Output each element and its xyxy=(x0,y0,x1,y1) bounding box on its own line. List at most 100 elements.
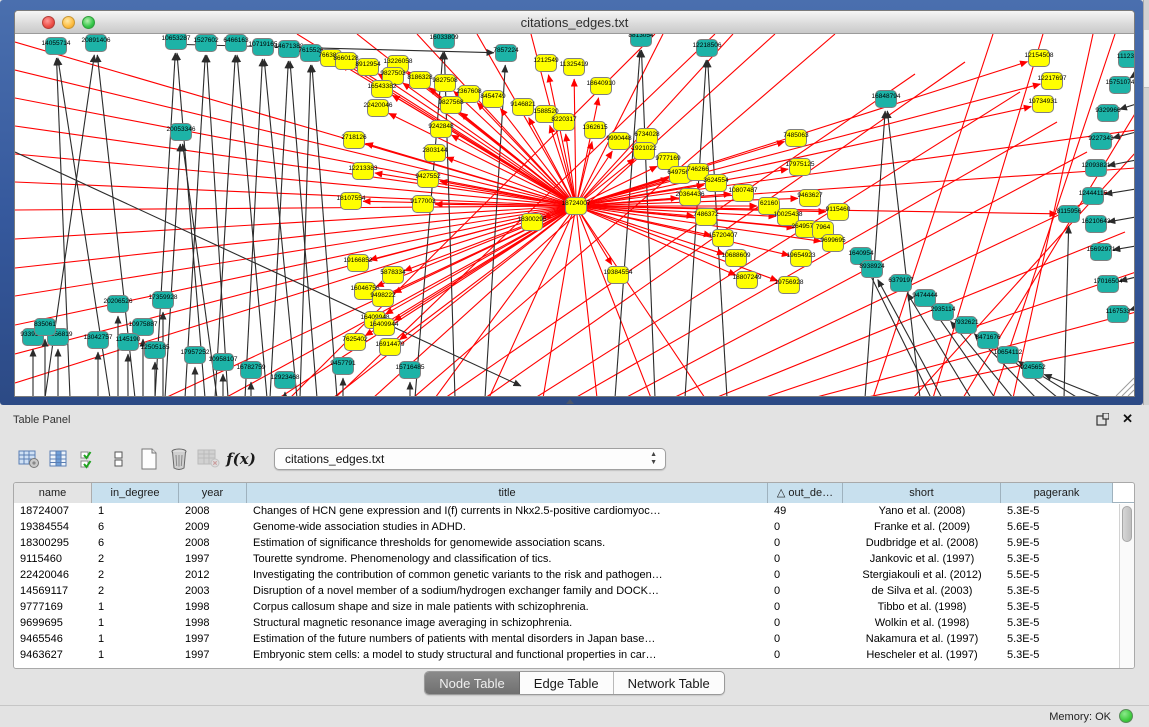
network-node[interactable]: 9699695 xyxy=(820,235,846,252)
new-column-icon[interactable] xyxy=(134,445,164,473)
network-node[interactable]: 9498222 xyxy=(370,290,396,307)
table-cell[interactable]: 1998 xyxy=(179,615,247,631)
table-cell[interactable]: Estimation of the future numbers of pati… xyxy=(247,631,768,647)
table-cell[interactable]: 5.6E-5 xyxy=(1001,519,1113,535)
network-node[interactable]: 7857224 xyxy=(493,45,519,62)
network-node[interactable]: 17975125 xyxy=(786,159,815,176)
network-node[interactable]: 16782759 xyxy=(237,362,266,379)
network-node[interactable]: 18300295 xyxy=(518,214,547,231)
network-node[interactable]: 12213383 xyxy=(349,163,378,180)
network-canvas[interactable]: 1405571420891406106532871527602646616310… xyxy=(15,34,1135,397)
network-node[interactable]: 7625402 xyxy=(342,334,368,351)
table-row[interactable]: 1456911722003Disruption of a novel membe… xyxy=(14,583,1134,599)
table-cell[interactable]: 1 xyxy=(92,631,179,647)
table-cell[interactable]: 2 xyxy=(92,551,179,567)
table-cell[interactable]: 9463627 xyxy=(14,647,92,663)
delete-column-icon[interactable] xyxy=(164,445,194,473)
split-divider-handle[interactable] xyxy=(566,399,574,404)
table-cell[interactable]: 2003 xyxy=(179,583,247,599)
network-node[interactable]: 16210643 xyxy=(1082,216,1111,233)
delete-table-icon[interactable] xyxy=(194,445,224,473)
table-cell[interactable]: 2 xyxy=(92,583,179,599)
table-cell[interactable]: 0 xyxy=(768,551,843,567)
table-cell[interactable]: Investigating the contribution of common… xyxy=(247,567,768,583)
network-node[interactable]: 8454749 xyxy=(480,91,506,108)
network-node[interactable]: 20364436 xyxy=(676,189,705,206)
edge[interactable] xyxy=(270,61,288,397)
table-cell[interactable]: 6 xyxy=(92,535,179,551)
network-node[interactable]: 9457791 xyxy=(330,358,356,375)
citation-edge[interactable] xyxy=(576,142,592,206)
table-cell[interactable]: 0 xyxy=(768,631,843,647)
network-node[interactable]: 9146821 xyxy=(510,99,536,116)
table-header-cell[interactable]: △ out_de… xyxy=(768,483,843,503)
table-row[interactable]: 2242004622012Investigating the contribut… xyxy=(14,567,1134,583)
table-header-cell[interactable]: short xyxy=(843,483,1001,503)
edge[interactable] xyxy=(1108,217,1135,222)
network-node[interactable]: 12505185 xyxy=(141,342,170,359)
network-node[interactable]: 7486372 xyxy=(693,209,719,226)
table-cell[interactable]: Nakamura et al. (1997) xyxy=(843,631,1001,647)
table-row[interactable]: 1830029562008Estimation of significance … xyxy=(14,535,1134,551)
network-node[interactable]: 9427552 xyxy=(415,171,441,188)
citation-edge[interactable] xyxy=(576,34,663,206)
edge[interactable] xyxy=(485,65,505,397)
table-cell[interactable]: 14569117 xyxy=(14,583,92,599)
edge[interactable] xyxy=(312,65,337,397)
table-cell[interactable]: Jankovic et al. (1997) xyxy=(843,551,1001,567)
table-row[interactable]: 1872400712008Changes of HCN gene express… xyxy=(14,503,1134,519)
table-cell[interactable]: 2008 xyxy=(179,535,247,551)
table-cell[interactable]: Wolkin et al. (1998) xyxy=(843,615,1001,631)
citation-edge[interactable] xyxy=(15,206,576,239)
table-cell[interactable]: 1 xyxy=(92,647,179,663)
network-node[interactable]: 8186328 xyxy=(407,72,433,89)
table-cell[interactable]: 1998 xyxy=(179,599,247,615)
function-builder-icon[interactable]: f(x) xyxy=(224,450,258,468)
network-node[interactable]: 15692971 xyxy=(1087,244,1116,261)
table-cell[interactable]: 49 xyxy=(768,503,843,519)
citation-edge[interactable] xyxy=(576,168,1135,206)
network-node[interactable]: 10807487 xyxy=(729,185,758,202)
network-node[interactable]: 8912954 xyxy=(355,59,381,76)
table-cell[interactable]: 18300295 xyxy=(14,535,92,551)
table-cell[interactable]: Hescheler et al. (1997) xyxy=(843,647,1001,663)
table-cell[interactable]: 0 xyxy=(768,599,843,615)
network-node[interactable]: 18807249 xyxy=(733,272,762,289)
network-node[interactable]: 19384554 xyxy=(604,267,633,284)
citation-edge[interactable] xyxy=(15,206,576,325)
table-cell[interactable]: 9465546 xyxy=(14,631,92,647)
network-node[interactable]: 12444115 xyxy=(1079,188,1108,205)
citation-edge[interactable] xyxy=(445,74,915,397)
network-node[interactable]: 10975887 xyxy=(129,319,158,336)
close-panel-icon[interactable]: ✕ xyxy=(1122,411,1133,427)
table-cell[interactable]: 2008 xyxy=(179,503,247,519)
network-node[interactable]: 2718126 xyxy=(341,132,367,149)
table-mode-icon[interactable] xyxy=(14,445,44,473)
network-node[interactable]: 16543382 xyxy=(368,81,397,98)
table-cell[interactable]: Embryonic stem cells: a model to study s… xyxy=(247,647,768,663)
table-cell[interactable]: 0 xyxy=(768,535,843,551)
network-node[interactable]: 1167533 xyxy=(1106,306,1131,323)
table-cell[interactable]: Dudbridge et al. (2008) xyxy=(843,535,1001,551)
tab-node-table[interactable]: Node Table xyxy=(425,672,520,694)
table-header-cell[interactable]: pagerank xyxy=(1001,483,1113,503)
table-cell[interactable]: 5.3E-5 xyxy=(1001,599,1113,615)
edge[interactable] xyxy=(708,60,727,397)
table-cell[interactable]: 5.9E-5 xyxy=(1001,535,1113,551)
table-cell[interactable]: de Silva et al. (2003) xyxy=(843,583,1001,599)
edge[interactable] xyxy=(1113,246,1135,250)
table-cell[interactable]: 5.3E-5 xyxy=(1001,647,1113,663)
tab-network-table[interactable]: Network Table xyxy=(614,672,724,694)
table-cell[interactable]: 0 xyxy=(768,583,843,599)
network-node[interactable]: 9245652 xyxy=(1020,362,1046,379)
network-node[interactable]: 15720407 xyxy=(709,230,738,247)
network-node[interactable]: 2803144 xyxy=(422,145,448,162)
network-node[interactable]: 9827568 xyxy=(438,97,464,114)
show-columns-icon[interactable] xyxy=(44,445,74,473)
table-cell[interactable]: 9699695 xyxy=(14,615,92,631)
network-node[interactable]: 1212549 xyxy=(533,55,559,72)
network-node[interactable]: 12218506 xyxy=(693,40,722,57)
network-node[interactable]: 15751074 xyxy=(1106,77,1135,94)
network-node[interactable]: 8938924 xyxy=(859,261,885,278)
network-node[interactable]: 17359928 xyxy=(149,292,178,309)
